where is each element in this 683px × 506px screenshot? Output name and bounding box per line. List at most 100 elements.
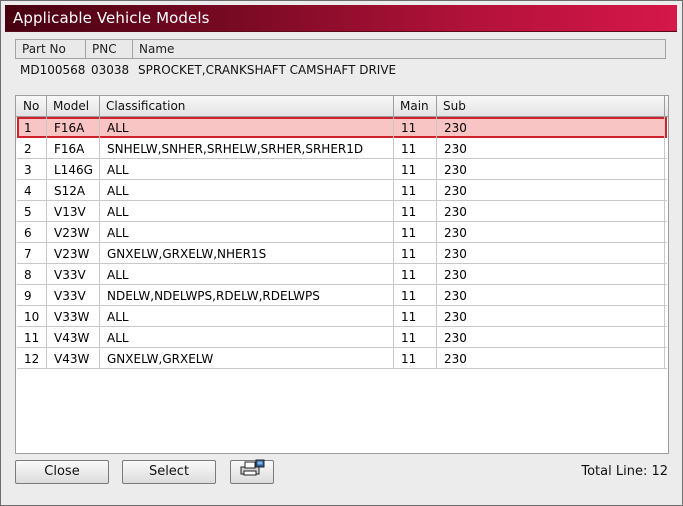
cell-classification: GNXELW,GRXELW,NHER1S (107, 247, 267, 261)
cell-classification: ALL (107, 226, 129, 240)
part-no-value: MD100568 (20, 63, 86, 77)
header-divider (85, 40, 86, 58)
table-row[interactable]: 11 V43W ALL 11 230 (17, 327, 667, 348)
printer-icon (239, 459, 265, 485)
column-header-main[interactable]: Main (400, 99, 429, 113)
cell-no: 9 (24, 289, 32, 303)
header-divider (132, 40, 133, 58)
cell-no: 8 (24, 268, 32, 282)
part-no-header: Part No (22, 42, 66, 56)
cell-model: V43W (54, 331, 90, 345)
cell-model: V33W (54, 310, 90, 324)
cell-classification: ALL (107, 184, 129, 198)
cell-no: 3 (24, 163, 32, 177)
cell-sub: 230 (444, 142, 467, 156)
cell-no: 6 (24, 226, 32, 240)
cell-main: 11 (401, 226, 417, 240)
cell-classification: ALL (107, 205, 129, 219)
cell-classification: ALL (107, 268, 129, 282)
cell-sub: 230 (444, 121, 467, 135)
column-divider[interactable] (436, 96, 437, 116)
title-bar[interactable]: Applicable Vehicle Models (5, 5, 677, 32)
applicable-vehicle-models-dialog: Applicable Vehicle Models Part No PNC Na… (0, 0, 683, 506)
cell-main: 11 (401, 310, 417, 324)
column-divider[interactable] (46, 96, 47, 116)
vehicle-models-table[interactable]: No Model Classification Main Sub 1 F16A AL… (15, 95, 669, 454)
close-button[interactable]: Close (15, 460, 109, 484)
name-header: Name (139, 42, 175, 56)
cell-model: V33V (54, 268, 86, 282)
cell-model: L146G (54, 163, 93, 177)
cell-model: V23W (54, 226, 90, 240)
cell-main: 11 (401, 268, 417, 282)
cell-no: 11 (24, 331, 40, 345)
cell-no: 2 (24, 142, 32, 156)
table-row[interactable]: 8 V33V ALL 11 230 (17, 264, 667, 285)
table-row[interactable]: 2 F16A SNHELW,SNHER,SRHELW,SRHER,SRHER1D 11… (17, 138, 667, 159)
part-info-panel: Part No PNC Name MD100568 03038 SPROCKET… (15, 39, 666, 89)
cell-no: 5 (24, 205, 32, 219)
table-row[interactable]: 4 S12A ALL 11 230 (17, 180, 667, 201)
cell-model: V43W (54, 352, 90, 366)
table-row[interactable]: 3 L146G ALL 11 230 (17, 159, 667, 180)
select-button[interactable]: Select (122, 460, 216, 484)
cell-no: 4 (24, 184, 32, 198)
column-header-sub[interactable]: Sub (443, 99, 466, 113)
cell-main: 11 (401, 163, 417, 177)
cell-main: 11 (401, 247, 417, 261)
column-gridline (436, 117, 437, 369)
cell-classification: ALL (107, 331, 129, 345)
cell-classification: SNHELW,SNHER,SRHELW,SRHER,SRHER1D (107, 142, 364, 156)
column-gridline (664, 117, 665, 369)
cell-sub: 230 (444, 163, 467, 177)
cell-sub: 230 (444, 205, 467, 219)
table-row[interactable]: 10 V33W ALL 11 230 (17, 306, 667, 327)
cell-classification: ALL (107, 310, 129, 324)
column-header-no[interactable]: No (23, 99, 39, 113)
cell-model: V23W (54, 247, 90, 261)
column-divider[interactable] (664, 96, 665, 116)
cell-classification: GNXELW,GRXELW (107, 352, 214, 366)
total-line-count: Total Line: 12 (581, 464, 668, 479)
table-header: No Model Classification Main Sub (16, 96, 668, 117)
cell-main: 11 (401, 142, 417, 156)
column-divider[interactable] (99, 96, 100, 116)
cell-main: 11 (401, 331, 417, 345)
window-title: Applicable Vehicle Models (13, 9, 210, 27)
cell-sub: 230 (444, 226, 467, 240)
cell-main: 11 (401, 184, 417, 198)
table-row[interactable]: 7 V23W GNXELW,GRXELW,NHER1S 11 230 (17, 243, 667, 264)
cell-model: S12A (54, 184, 86, 198)
cell-classification: ALL (107, 121, 129, 135)
cell-classification: ALL (107, 163, 129, 177)
cell-no: 10 (24, 310, 40, 324)
cell-main: 11 (401, 289, 417, 303)
cell-sub: 230 (444, 268, 467, 282)
cell-no: 1 (24, 121, 32, 135)
table-row[interactable]: 9 V33V NDELW,NDELWPS,RDELW,RDELWPS 11 230 (17, 285, 667, 306)
table-row[interactable]: 5 V13V ALL 11 230 (17, 201, 667, 222)
cell-sub: 230 (444, 352, 467, 366)
pnc-value: 03038 (91, 63, 130, 77)
cell-model: F16A (54, 121, 85, 135)
column-header-classification[interactable]: Classification (106, 99, 185, 113)
column-gridline (393, 117, 394, 369)
pnc-header: PNC (92, 42, 117, 56)
name-value: SPROCKET,CRANKSHAFT CAMSHAFT DRIVE (138, 63, 397, 77)
print-button[interactable] (230, 459, 274, 485)
cell-main: 11 (401, 121, 417, 135)
cell-classification: NDELW,NDELWPS,RDELW,RDELWPS (107, 289, 320, 303)
table-row[interactable]: 1 F16A ALL 11 230 (17, 117, 667, 138)
cell-no: 12 (24, 352, 40, 366)
cell-sub: 230 (444, 331, 467, 345)
column-divider[interactable] (393, 96, 394, 116)
cell-model: F16A (54, 142, 85, 156)
cell-no: 7 (24, 247, 32, 261)
cell-sub: 230 (444, 184, 467, 198)
cell-model: V13V (54, 205, 86, 219)
table-row[interactable]: 6 V23W ALL 11 230 (17, 222, 667, 243)
cell-sub: 230 (444, 310, 467, 324)
cell-model: V33V (54, 289, 86, 303)
column-header-model[interactable]: Model (53, 99, 89, 113)
table-row[interactable]: 12 V43W GNXELW,GRXELW 11 230 (17, 348, 667, 369)
